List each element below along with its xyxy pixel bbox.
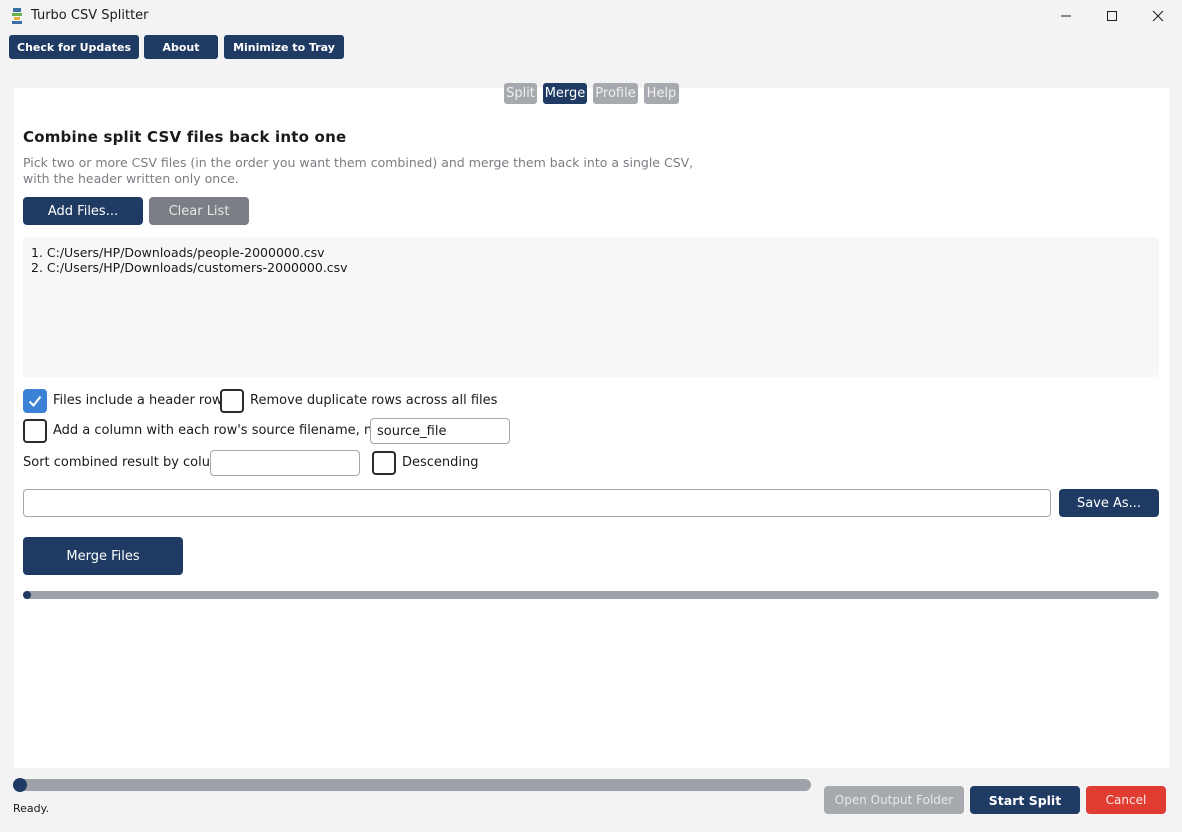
tab-merge[interactable]: Merge <box>543 83 587 104</box>
source-column-name-input[interactable]: source_file <box>370 418 510 444</box>
about-button[interactable]: About <box>144 35 218 59</box>
window-title: Turbo CSV Splitter <box>31 8 149 23</box>
tab-split[interactable]: Split <box>504 83 537 104</box>
app-icon <box>12 8 22 24</box>
minimize-icon <box>1061 15 1071 17</box>
list-item[interactable]: 1. C:/Users/HP/Downloads/people-2000000.… <box>31 245 1151 260</box>
check-updates-button[interactable]: Check for Updates <box>9 35 139 59</box>
sort-column-input[interactable] <box>210 450 360 476</box>
title-bar: Turbo CSV Splitter <box>0 0 1182 32</box>
start-split-button[interactable]: Start Split <box>970 786 1080 814</box>
output-path-input[interactable] <box>23 489 1051 517</box>
open-output-folder-button[interactable]: Open Output Folder <box>824 786 964 814</box>
page-description: Pick two or more CSV files (in the order… <box>23 155 694 186</box>
header-row-checkbox[interactable] <box>23 389 47 413</box>
sort-column-label: Sort combined result by column: <box>23 455 236 470</box>
close-window-button[interactable] <box>1135 0 1181 32</box>
add-files-button[interactable]: Add Files... <box>23 197 143 225</box>
header-row-label: Files include a header row <box>53 393 223 408</box>
minimize-window-button[interactable] <box>1043 0 1089 32</box>
source-column-checkbox[interactable] <box>23 419 47 443</box>
status-text: Ready. <box>13 802 50 815</box>
merge-progress-bar <box>23 591 1159 599</box>
tab-bar: Split Merge Profile Help <box>0 83 1182 105</box>
source-column-label: Add a column with each row's source file… <box>53 423 414 438</box>
minimize-to-tray-button[interactable]: Minimize to Tray <box>224 35 344 59</box>
descending-label: Descending <box>402 455 479 470</box>
merge-files-button[interactable]: Merge Files <box>23 537 183 575</box>
cancel-button[interactable]: Cancel <box>1086 786 1166 814</box>
merge-progress-indicator <box>23 591 31 599</box>
save-as-button[interactable]: Save As... <box>1059 489 1159 517</box>
remove-duplicates-label: Remove duplicate rows across all files <box>250 393 498 408</box>
close-icon <box>1152 10 1164 22</box>
descending-checkbox[interactable] <box>372 451 396 475</box>
file-list[interactable]: 1. C:/Users/HP/Downloads/people-2000000.… <box>23 237 1159 377</box>
page-title: Combine split CSV files back into one <box>23 128 347 146</box>
tab-help[interactable]: Help <box>644 83 679 104</box>
top-toolbar: Check for Updates About Minimize to Tray <box>0 32 1182 62</box>
maximize-window-button[interactable] <box>1089 0 1135 32</box>
maximize-icon <box>1107 11 1117 21</box>
remove-duplicates-checkbox[interactable] <box>220 389 244 413</box>
checkmark-icon <box>28 395 42 408</box>
clear-list-button[interactable]: Clear List <box>149 197 249 225</box>
split-progress-bar <box>13 779 811 791</box>
list-item[interactable]: 2. C:/Users/HP/Downloads/customers-20000… <box>31 260 1151 275</box>
tab-profile[interactable]: Profile <box>593 83 638 104</box>
split-progress-indicator <box>13 778 27 792</box>
